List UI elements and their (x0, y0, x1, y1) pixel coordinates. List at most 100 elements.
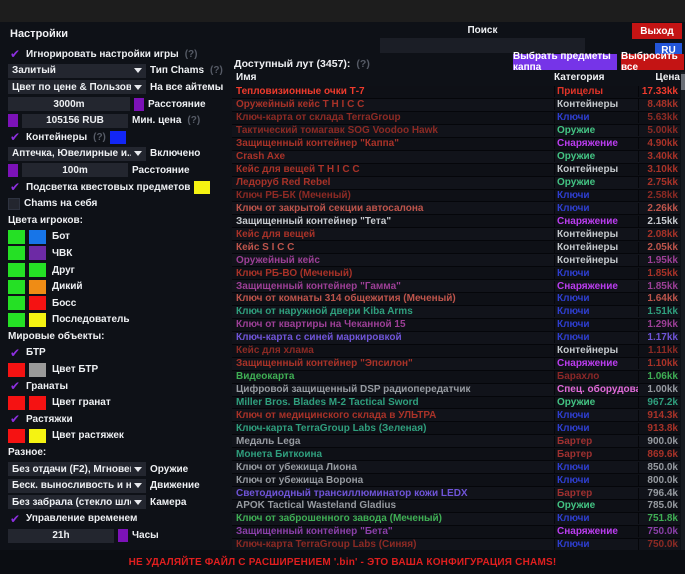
checkbox-checked-icon[interactable]: ✔ (8, 379, 22, 393)
table-row[interactable]: Ключ от убежища ЛионаКлючи850.0k (232, 461, 680, 474)
table-row[interactable]: Оружейный кейсКонтейнеры1.95kk (232, 254, 680, 267)
settings-row: Цвет по цене & ПользовательНа все айтемы (8, 79, 230, 96)
color-swatch[interactable] (29, 296, 46, 310)
item-price: 1.64kk (638, 293, 680, 304)
table-row[interactable]: Ледоруб Red RebelОружие2.75kk (232, 177, 680, 190)
table-row[interactable]: Miller Bros. Blades M-2 Tactical SwordОр… (232, 397, 680, 410)
table-row[interactable]: Кейс S I C CКонтейнеры2.05kk (232, 241, 680, 254)
color-swatch[interactable] (29, 280, 46, 294)
color-swatch[interactable] (8, 363, 25, 377)
column-header-price[interactable]: Цена (638, 72, 680, 86)
color-swatch[interactable] (8, 280, 25, 294)
table-row[interactable]: Ключ от медицинского склада в УЛЬТРАКлюч… (232, 409, 680, 422)
setting-label: ЧВК (52, 248, 72, 259)
checkbox-checked-icon[interactable]: ✔ (8, 412, 22, 426)
dropdown[interactable]: Без забрала (стекло шлема) (8, 495, 146, 509)
item-category: Ключи (554, 410, 638, 421)
color-swatch[interactable] (29, 313, 46, 327)
table-row[interactable]: Кейс для хламаКонтейнеры1.11kk (232, 345, 680, 358)
checkbox-checked-icon[interactable]: ✔ (8, 47, 22, 61)
item-price: 8.48kk (638, 99, 680, 110)
scrollbar-thumb[interactable] (681, 74, 685, 90)
table-row[interactable]: Ключ от комнаты 314 общежития (Меченый)К… (232, 293, 680, 306)
dropdown[interactable]: Цвет по цене & Пользователь (8, 80, 146, 94)
table-row[interactable]: Ключ от убежища ВоронаКлючи800.0k (232, 474, 680, 487)
color-swatch[interactable] (194, 181, 210, 194)
color-swatch[interactable] (118, 529, 128, 542)
color-swatch[interactable] (29, 263, 46, 277)
settings-row: Цвета игроков: (8, 212, 230, 229)
color-swatch[interactable] (29, 396, 46, 410)
table-row[interactable]: Ключ-карта с синей маркировкойКлючи1.17k… (232, 332, 680, 345)
table-row[interactable]: Ключ от закрытой секции автосалонаКлючи2… (232, 202, 680, 215)
exit-button[interactable]: Выход (632, 23, 682, 39)
help-icon: (?) (185, 49, 198, 60)
color-swatch[interactable] (8, 164, 18, 177)
dropdown[interactable]: Беск. выносливость и нет уста (8, 479, 146, 493)
item-price: 4.90kk (638, 138, 680, 149)
color-swatch[interactable] (8, 230, 25, 244)
table-row[interactable]: Светодиодный трансиллюминатор кожи LEDXБ… (232, 487, 680, 500)
table-row[interactable]: Тепловизионные очки Т-7Прицелы17.33kk (232, 86, 680, 99)
settings-row: 3000mРасстояние (8, 96, 230, 113)
color-swatch[interactable] (8, 263, 25, 277)
table-row[interactable]: Crash AxeОружие3.40kk (232, 151, 680, 164)
color-swatch[interactable] (29, 230, 46, 244)
table-row[interactable]: Оружейный кейс T H I C CКонтейнеры8.48kk (232, 99, 680, 112)
column-header-name[interactable]: Имя (232, 72, 554, 86)
table-row[interactable]: Защищенный контейнер "Эпсилон"Снаряжение… (232, 358, 680, 371)
dropdown[interactable]: Залитый (8, 64, 146, 78)
value-input[interactable]: 100m (22, 163, 128, 177)
column-header-category[interactable]: Категория (554, 72, 638, 86)
color-swatch[interactable] (8, 313, 25, 327)
table-row[interactable]: ВидеокартаБарахло1.06kk (232, 371, 680, 384)
value-input[interactable]: 3000m (8, 97, 130, 111)
table-row[interactable]: Кейс для вещейКонтейнеры2.08kk (232, 228, 680, 241)
color-swatch[interactable] (29, 246, 46, 260)
color-swatch[interactable] (134, 98, 144, 111)
table-row[interactable]: Защищенный контейнер "Каппа"Снаряжение4.… (232, 138, 680, 151)
color-swatch[interactable] (110, 131, 126, 144)
help-icon: (?) (93, 132, 106, 143)
table-row[interactable]: APOK Tactical Wasteland GladiusОружие785… (232, 500, 680, 513)
dropdown[interactable]: Без отдачи (F2), Мгновенное п (8, 462, 146, 476)
drop-all-button[interactable]: Выбросить все (621, 54, 684, 70)
table-row[interactable]: Защищенный контейнер "Гамма"Снаряжение1.… (232, 280, 680, 293)
color-swatch[interactable] (8, 429, 25, 443)
value-input[interactable]: 21h (8, 529, 114, 543)
table-row[interactable]: Защищенный контейнер "Тета"Снаряжение2.1… (232, 215, 680, 228)
color-swatch[interactable] (8, 246, 25, 260)
checkbox-checked-icon[interactable]: ✔ (8, 512, 22, 526)
color-swatch[interactable] (29, 363, 46, 377)
table-row[interactable]: Ключ от заброшенного завода (Меченый)Клю… (232, 513, 680, 526)
table-row[interactable]: Ключ от наружной двери Kiba ArmsКлючи1.5… (232, 306, 680, 319)
item-price: 1.85kk (638, 268, 680, 279)
table-row[interactable]: Цифровой защищенный DSP радиопередатчикС… (232, 384, 680, 397)
item-price: 750.0k (638, 526, 680, 537)
checkbox-checked-icon[interactable]: ✔ (8, 346, 22, 360)
item-name: Miller Bros. Blades M-2 Tactical Sword (232, 397, 554, 408)
item-category: Оружие (554, 125, 638, 136)
dropdown[interactable]: Аптечка, Ювелирные и... (8, 147, 146, 161)
color-swatch[interactable] (29, 429, 46, 443)
checkbox-checked-icon[interactable]: ✔ (8, 180, 22, 194)
table-row[interactable]: Тактический томагавк SOG Voodoo HawkОруж… (232, 125, 680, 138)
checkbox-unchecked[interactable] (8, 198, 20, 210)
table-row[interactable]: Защищенный контейнер "Бета"Снаряжение750… (232, 526, 680, 539)
table-row[interactable]: Ключ РБ-ВО (Меченый)Ключи1.85kk (232, 267, 680, 280)
item-name: Светодиодный трансиллюминатор кожи LEDX (232, 488, 554, 499)
table-row[interactable]: Медаль LegaБартер900.0k (232, 435, 680, 448)
color-swatch[interactable] (8, 296, 25, 310)
table-row[interactable]: Монета БиткоинаБартер869.6k (232, 448, 680, 461)
table-scrollbar[interactable] (681, 72, 685, 552)
table-row[interactable]: Ключ РБ-БК (Меченый)Ключи2.58kk (232, 190, 680, 203)
color-swatch[interactable] (8, 114, 18, 127)
table-row[interactable]: Ключ-карта TerraGroup Labs (Зеленая)Ключ… (232, 422, 680, 435)
table-row[interactable]: Ключ-карта от склада TerraGroupКлючи5.63… (232, 112, 680, 125)
select-kappa-items-button[interactable]: Выбрать предметы каппа (513, 54, 617, 70)
table-row[interactable]: Ключ от квартиры на Чеканной 15Ключи1.29… (232, 319, 680, 332)
table-row[interactable]: Кейс для вещей T H I C CКонтейнеры3.10kk (232, 164, 680, 177)
checkbox-checked-icon[interactable]: ✔ (8, 130, 22, 144)
color-swatch[interactable] (8, 396, 25, 410)
value-input[interactable]: 105156 RUB (22, 114, 128, 128)
